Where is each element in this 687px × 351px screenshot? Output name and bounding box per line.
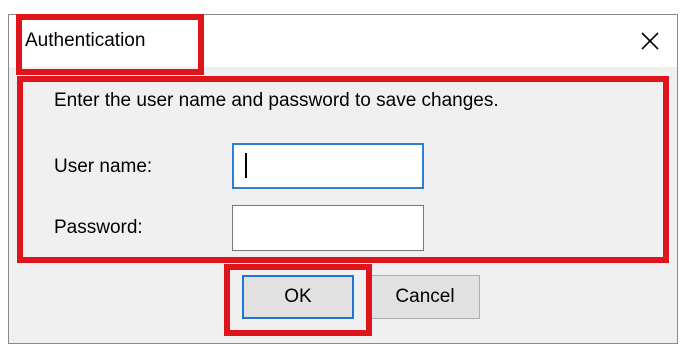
username-label: User name:: [54, 156, 153, 177]
cancel-button-label: Cancel: [395, 286, 455, 307]
dialog-title: Authentication: [25, 30, 146, 51]
instruction-text: Enter the user name and password to save…: [54, 90, 499, 111]
password-label: Password:: [54, 217, 143, 238]
cancel-button[interactable]: Cancel: [370, 275, 480, 319]
close-icon: [641, 32, 659, 50]
title-bar: Authentication: [9, 15, 677, 67]
ok-button-label: OK: [284, 286, 312, 307]
password-field[interactable]: [232, 205, 424, 251]
text-caret: [245, 153, 247, 178]
username-field[interactable]: [232, 143, 424, 189]
close-button[interactable]: [633, 25, 667, 57]
ok-button[interactable]: OK: [242, 275, 354, 319]
screenshot-stage: Authentication Enter the user name and p…: [0, 0, 687, 351]
